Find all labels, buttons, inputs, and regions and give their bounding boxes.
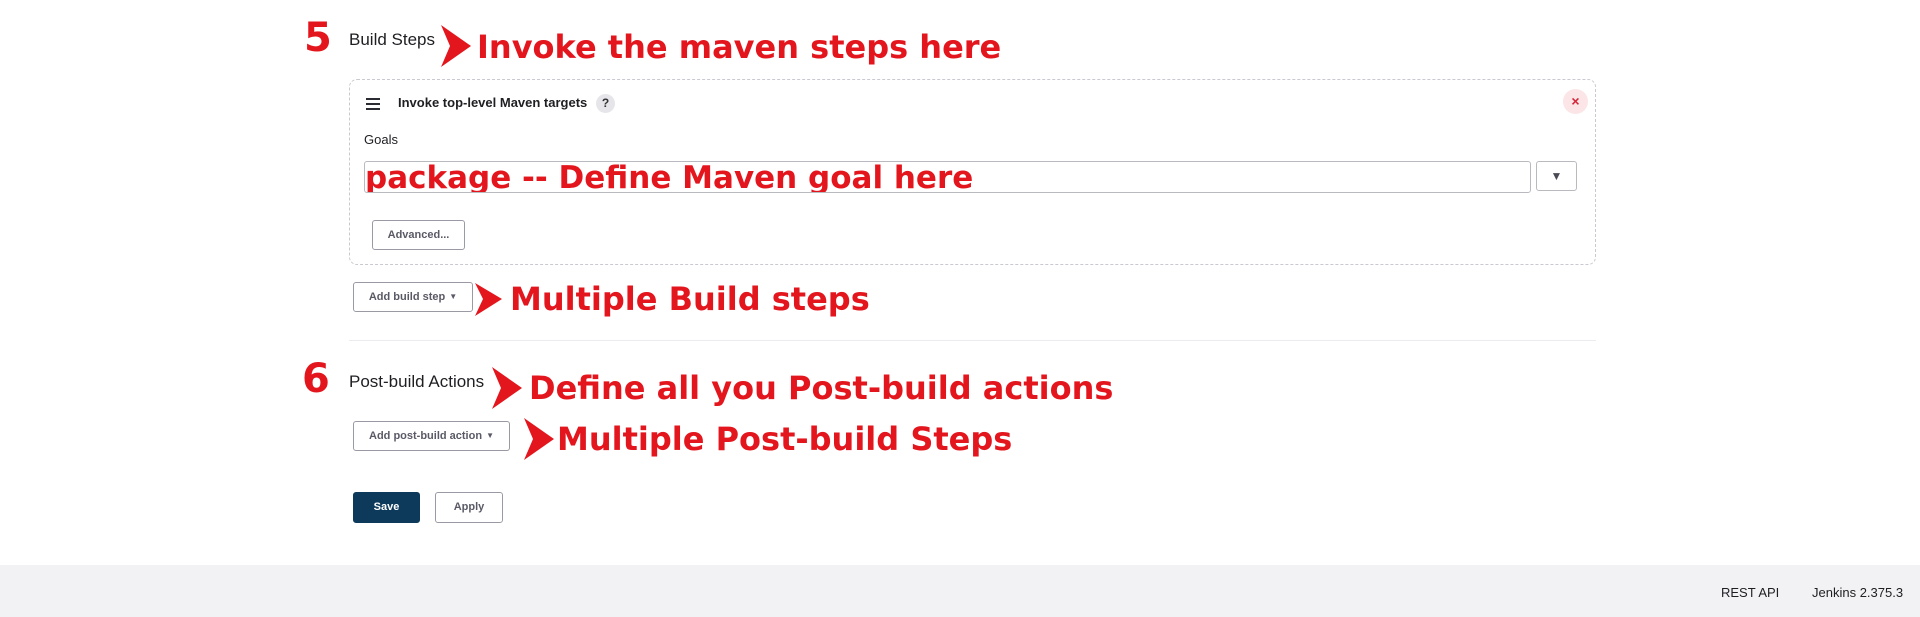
chevron-down-icon: ▼ — [486, 431, 494, 440]
jenkins-version-link[interactable]: Jenkins 2.375.3 — [1812, 585, 1903, 600]
advanced-button[interactable]: Advanced... — [372, 220, 465, 250]
section-divider — [349, 340, 1596, 341]
add-post-build-action-button[interactable]: Add post-build action ▼ — [353, 421, 510, 451]
add-post-build-action-label: Add post-build action — [369, 430, 483, 442]
annotation-multiple-post-build: Multiple Post-build Steps — [557, 420, 1013, 458]
apply-button[interactable]: Apply — [435, 492, 503, 523]
drag-handle-icon[interactable] — [366, 98, 380, 113]
add-build-step-button[interactable]: Add build step ▼ — [353, 282, 473, 312]
goals-input[interactable]: package -- Define Maven goal here — [364, 161, 1531, 193]
save-button[interactable]: Save — [353, 492, 420, 523]
chevron-down-icon: ▼ — [449, 292, 458, 301]
annotation-multiple-build-steps: Multiple Build steps — [510, 280, 870, 318]
annotation-step-number-5: 5 — [304, 15, 332, 61]
annotation-arrow-icon — [492, 367, 522, 409]
page-footer: REST API Jenkins 2.375.3 — [0, 565, 1920, 617]
close-icon[interactable]: × — [1563, 89, 1588, 114]
add-build-step-label: Add build step — [368, 291, 446, 303]
annotation-goal-text: package -- Define Maven goal here — [365, 161, 974, 193]
help-icon[interactable]: ? — [596, 94, 615, 113]
annotation-post-build-actions: Define all you Post-build actions — [529, 369, 1114, 407]
annotation-invoke-maven: Invoke the maven steps here — [477, 28, 1002, 66]
goals-label: Goals — [364, 132, 398, 147]
annotation-step-number-6: 6 — [302, 356, 330, 402]
build-step-title: Invoke top-level Maven targets — [398, 95, 588, 110]
expand-goals-button[interactable]: ▼ — [1536, 161, 1577, 191]
build-step-card: Invoke top-level Maven targets ? × Goals… — [349, 79, 1596, 265]
annotation-arrow-icon — [524, 418, 554, 460]
post-build-title: Post-build Actions — [349, 372, 485, 391]
rest-api-link[interactable]: REST API — [1721, 585, 1779, 600]
annotation-arrow-icon — [441, 25, 471, 67]
annotation-arrow-icon — [475, 283, 502, 316]
build-steps-title: Build Steps — [349, 30, 435, 49]
